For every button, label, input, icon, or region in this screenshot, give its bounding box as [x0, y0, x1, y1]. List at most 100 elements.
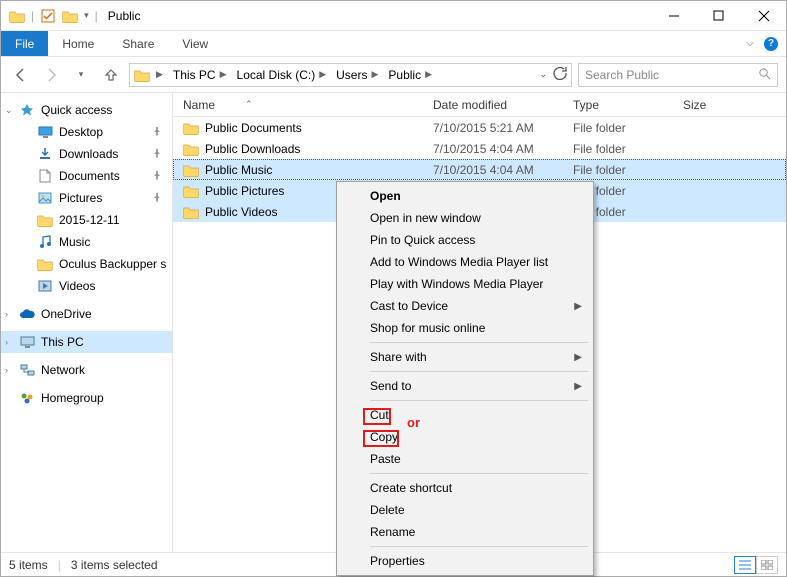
separator: | — [31, 9, 34, 23]
maximize-button[interactable] — [696, 2, 741, 30]
breadcrumb[interactable]: Public▶ — [384, 68, 436, 82]
sidebar-homegroup[interactable]: Homegroup — [1, 387, 172, 409]
context-menu-item[interactable]: Pin to Quick access — [340, 229, 590, 251]
sidebar-item[interactable]: Videos — [1, 275, 172, 297]
folder-icon[interactable] — [62, 8, 78, 24]
tab-home[interactable]: Home — [48, 31, 108, 56]
refresh-icon[interactable] — [553, 66, 567, 83]
breadcrumb[interactable]: Users▶ — [332, 68, 382, 82]
context-menu-item[interactable]: Play with Windows Media Player — [340, 273, 590, 295]
context-menu-item[interactable]: Shop for music online — [340, 317, 590, 339]
sidebar-quick-access[interactable]: ⌄ Quick access — [1, 99, 172, 121]
file-row[interactable]: Public Music7/10/2015 4:04 AMFile folder — [173, 159, 786, 180]
context-menu-separator — [370, 342, 588, 343]
sidebar-item[interactable]: Documents — [1, 165, 172, 187]
file-row[interactable]: Public Documents7/10/2015 5:21 AMFile fo… — [173, 117, 786, 138]
sidebar-item-label: Downloads — [59, 147, 118, 161]
file-type: File folder — [563, 121, 673, 135]
recent-dropdown-icon[interactable]: ▾ — [69, 63, 93, 87]
context-menu-separator — [370, 473, 588, 474]
column-size[interactable]: Size — [673, 98, 786, 112]
context-menu-item[interactable]: Rename — [340, 521, 590, 543]
downloads-icon — [37, 146, 53, 162]
context-menu-label: Open in new window — [370, 211, 481, 225]
context-menu-separator — [370, 546, 588, 547]
thumbnails-view-button[interactable] — [756, 556, 778, 574]
context-menu-item[interactable]: Share with▶ — [340, 346, 590, 368]
chevron-right-icon[interactable]: ▶ — [319, 69, 326, 80]
tab-view[interactable]: View — [168, 31, 222, 56]
forward-button[interactable] — [39, 63, 63, 87]
ribbon: File Home Share View ⌵ ? — [1, 31, 786, 57]
context-menu-item[interactable]: Send to▶ — [340, 375, 590, 397]
sidebar-onedrive[interactable]: › OneDrive — [1, 303, 172, 325]
file-name: Public Documents — [205, 121, 302, 135]
chevron-right-icon: ▶ — [574, 381, 582, 392]
sidebar-item[interactable]: 2015-12-11 — [1, 209, 172, 231]
context-menu-item[interactable]: Cast to Device▶ — [340, 295, 590, 317]
navigation-pane: ⌄ Quick access Desktop Downloads Documents… — [1, 93, 173, 552]
context-menu-item[interactable]: Add to Windows Media Player list — [340, 251, 590, 273]
qat-dropdown-icon[interactable]: ▾ — [84, 10, 89, 21]
file-tab[interactable]: File — [1, 31, 48, 56]
sidebar-item-label: Pictures — [59, 191, 102, 205]
sidebar-item[interactable]: Oculus Backupper s — [1, 253, 172, 275]
context-menu-item[interactable]: Delete — [340, 499, 590, 521]
context-menu-item[interactable]: Paste — [340, 448, 590, 470]
chevron-right-icon[interactable]: ▶ — [156, 69, 163, 80]
expander-icon[interactable]: ⌄ — [5, 105, 13, 116]
context-menu-label: Open — [370, 189, 401, 203]
documents-icon — [37, 168, 53, 184]
context-menu-label: Share with — [370, 350, 427, 364]
sidebar-item[interactable]: Downloads — [1, 143, 172, 165]
expander-icon[interactable]: › — [5, 337, 8, 347]
properties-icon[interactable] — [40, 8, 56, 24]
column-type[interactable]: Type — [563, 98, 673, 112]
search-icon[interactable] — [758, 67, 771, 83]
address-dropdown-icon[interactable]: ⌄ — [539, 69, 547, 80]
context-menu-item[interactable]: Properties — [340, 550, 590, 572]
up-button[interactable] — [99, 63, 123, 87]
details-view-button[interactable] — [734, 556, 756, 574]
minimize-button[interactable] — [651, 2, 696, 30]
file-row[interactable]: Public Downloads7/10/2015 4:04 AMFile fo… — [173, 138, 786, 159]
close-button[interactable] — [741, 2, 786, 30]
sidebar-item[interactable]: Music — [1, 231, 172, 253]
breadcrumb-bar[interactable]: ▶ This PC▶ Local Disk (C:)▶ Users▶ Publi… — [129, 63, 572, 87]
sidebar-this-pc[interactable]: › This PC — [1, 331, 172, 353]
sidebar-item-label: Oculus Backupper s — [59, 257, 166, 271]
ribbon-expand-icon[interactable]: ⌵ — [746, 38, 754, 49]
sidebar-item[interactable]: Pictures — [1, 187, 172, 209]
column-name[interactable]: Name⌃ — [173, 98, 423, 112]
chevron-right-icon[interactable]: ▶ — [425, 69, 432, 80]
context-menu-item[interactable]: Open in new window — [340, 207, 590, 229]
this-pc-icon — [19, 334, 35, 350]
chevron-right-icon[interactable]: ▶ — [371, 69, 378, 80]
expander-icon[interactable]: › — [5, 309, 8, 319]
chevron-right-icon[interactable]: ▶ — [220, 69, 227, 80]
expander-icon[interactable]: › — [5, 365, 8, 375]
tab-share[interactable]: Share — [108, 31, 168, 56]
breadcrumb[interactable]: This PC▶ — [169, 68, 231, 82]
breadcrumb[interactable]: Local Disk (C:)▶ — [233, 68, 331, 82]
file-date: 7/10/2015 4:04 AM — [423, 163, 563, 177]
back-button[interactable] — [9, 63, 33, 87]
annotation-box-copy — [363, 430, 399, 447]
music-icon — [37, 234, 53, 250]
sidebar-network[interactable]: › Network — [1, 359, 172, 381]
search-input[interactable]: Search Public — [578, 63, 778, 87]
sidebar-item[interactable]: Desktop — [1, 121, 172, 143]
help-icon[interactable]: ? — [764, 37, 778, 51]
sidebar-item-label: Quick access — [41, 103, 112, 117]
context-menu-item[interactable]: Create shortcut — [340, 477, 590, 499]
search-placeholder: Search Public — [585, 68, 659, 82]
quick-access-toolbar: | ▾ | — [1, 8, 98, 24]
file-name: Public Downloads — [205, 142, 300, 156]
annotation-or-label: or — [407, 415, 420, 430]
sidebar-item-label: This PC — [41, 335, 84, 349]
folder-icon — [183, 162, 199, 178]
status-item-count: 5 items — [9, 558, 48, 572]
column-date[interactable]: Date modified — [423, 98, 563, 112]
titlebar: | ▾ | Public — [1, 1, 786, 31]
context-menu-item[interactable]: Open — [340, 185, 590, 207]
